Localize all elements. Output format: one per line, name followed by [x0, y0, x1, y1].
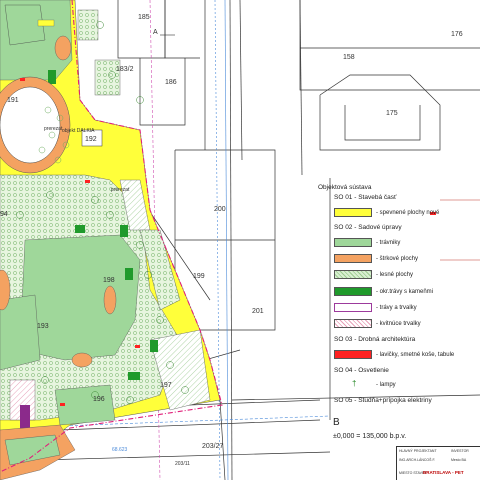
legend-grass-label: - trávniky — [376, 240, 401, 246]
prerezat-label: prerezat — [44, 126, 63, 132]
legend-swatch-forest — [334, 270, 372, 279]
plot-191: 191 — [7, 97, 19, 104]
legend-swatch-benches — [334, 350, 372, 359]
legend-so05-title: SO 05 - Studňa+prípojka elektriny — [334, 397, 432, 404]
title-block-investor-head: INVESTOR — [451, 449, 469, 453]
lamp-icon: † — [352, 379, 357, 388]
plot-198: 198 — [103, 277, 115, 284]
section-marker-a: A — [153, 29, 158, 36]
object-dalkia-label: objekt DALKIA — [62, 128, 95, 134]
legend-so02-title: SO 02 - Sadové úpravy — [334, 224, 402, 231]
legend-so01-title: SO 01 - Stavebá časť — [334, 194, 397, 201]
plot-94: 94 — [0, 211, 8, 218]
plot-197: 197 — [160, 382, 172, 389]
plot-203-11: 203/11 — [175, 461, 190, 467]
plot-200: 200 — [214, 206, 226, 213]
plot-203-27: 203/27 — [202, 443, 224, 450]
title-block-investor-name: Mesto BA — [451, 458, 467, 462]
title-block-designer-head: HLAVNÝ PROJEKTANT — [399, 449, 437, 453]
plot-192: 192 — [85, 136, 97, 143]
plot-183-2: 183/2 — [116, 66, 134, 73]
plot-158: 158 — [343, 54, 355, 61]
prerezat-label-2: prerezat — [111, 187, 130, 193]
legend-so03-title: SO 03 - Drobná architektúra — [334, 336, 416, 343]
plot-175: 175 — [386, 110, 398, 117]
plot-185: 185 — [138, 14, 150, 21]
section-marker-b: B — [333, 417, 340, 428]
legend-so04-title: SO 04 - Osvetlenie — [334, 367, 389, 374]
legend-swatch-paved — [334, 208, 372, 217]
plot-199: 199 — [193, 273, 205, 280]
title-block-location-name: BRATISLAVA - PET — [423, 470, 464, 475]
plot-176: 176 — [451, 31, 463, 38]
site-plan-map: 185 176 158 183/2 186 175 191 192 200 19… — [0, 0, 480, 480]
site-plan-drawing — [0, 0, 480, 480]
plot-201: 201 — [252, 308, 264, 315]
dimension-label: 68.623 — [112, 447, 128, 453]
legend-swatch-grasses — [334, 303, 372, 312]
legend-swatch-grass — [334, 238, 372, 247]
title-block: HLAVNÝ PROJEKTANT INVESTOR ING.ARCH.LÁNC… — [396, 446, 480, 480]
plot-193: 193 — [37, 323, 49, 330]
legend-benches-label: - lavičky, smetné koše, tabule — [376, 352, 455, 358]
legend-forest-label: - lesné plochy — [376, 272, 414, 278]
legend-swatch-flowers — [334, 319, 372, 328]
plot-186: 186 — [165, 79, 177, 86]
legend-swatch-gravel — [334, 254, 372, 263]
legend-swatch-grass-stones — [334, 287, 372, 296]
legend-title: Objektová sústava — [318, 184, 372, 191]
legend-gravel-label: - štrkové plochy — [376, 256, 419, 262]
elevation-note: ±0,000 = 135,000 b.p.v. — [333, 433, 407, 440]
legend-grasses-label: - trávy a trvalky — [376, 305, 417, 311]
legend-grass-stones-label: - okr.trávy s kameňmi — [376, 289, 434, 295]
legend-lamps-label: - lampy — [376, 382, 396, 388]
legend-paved-label: - spevnené plochy nové — [376, 210, 440, 216]
legend-flowers-label: - kvitnúce trvalky — [376, 321, 421, 327]
title-block-designer-name: ING.ARCH.LÁNCOŠ F. — [399, 458, 436, 462]
plot-196: 196 — [93, 396, 105, 403]
